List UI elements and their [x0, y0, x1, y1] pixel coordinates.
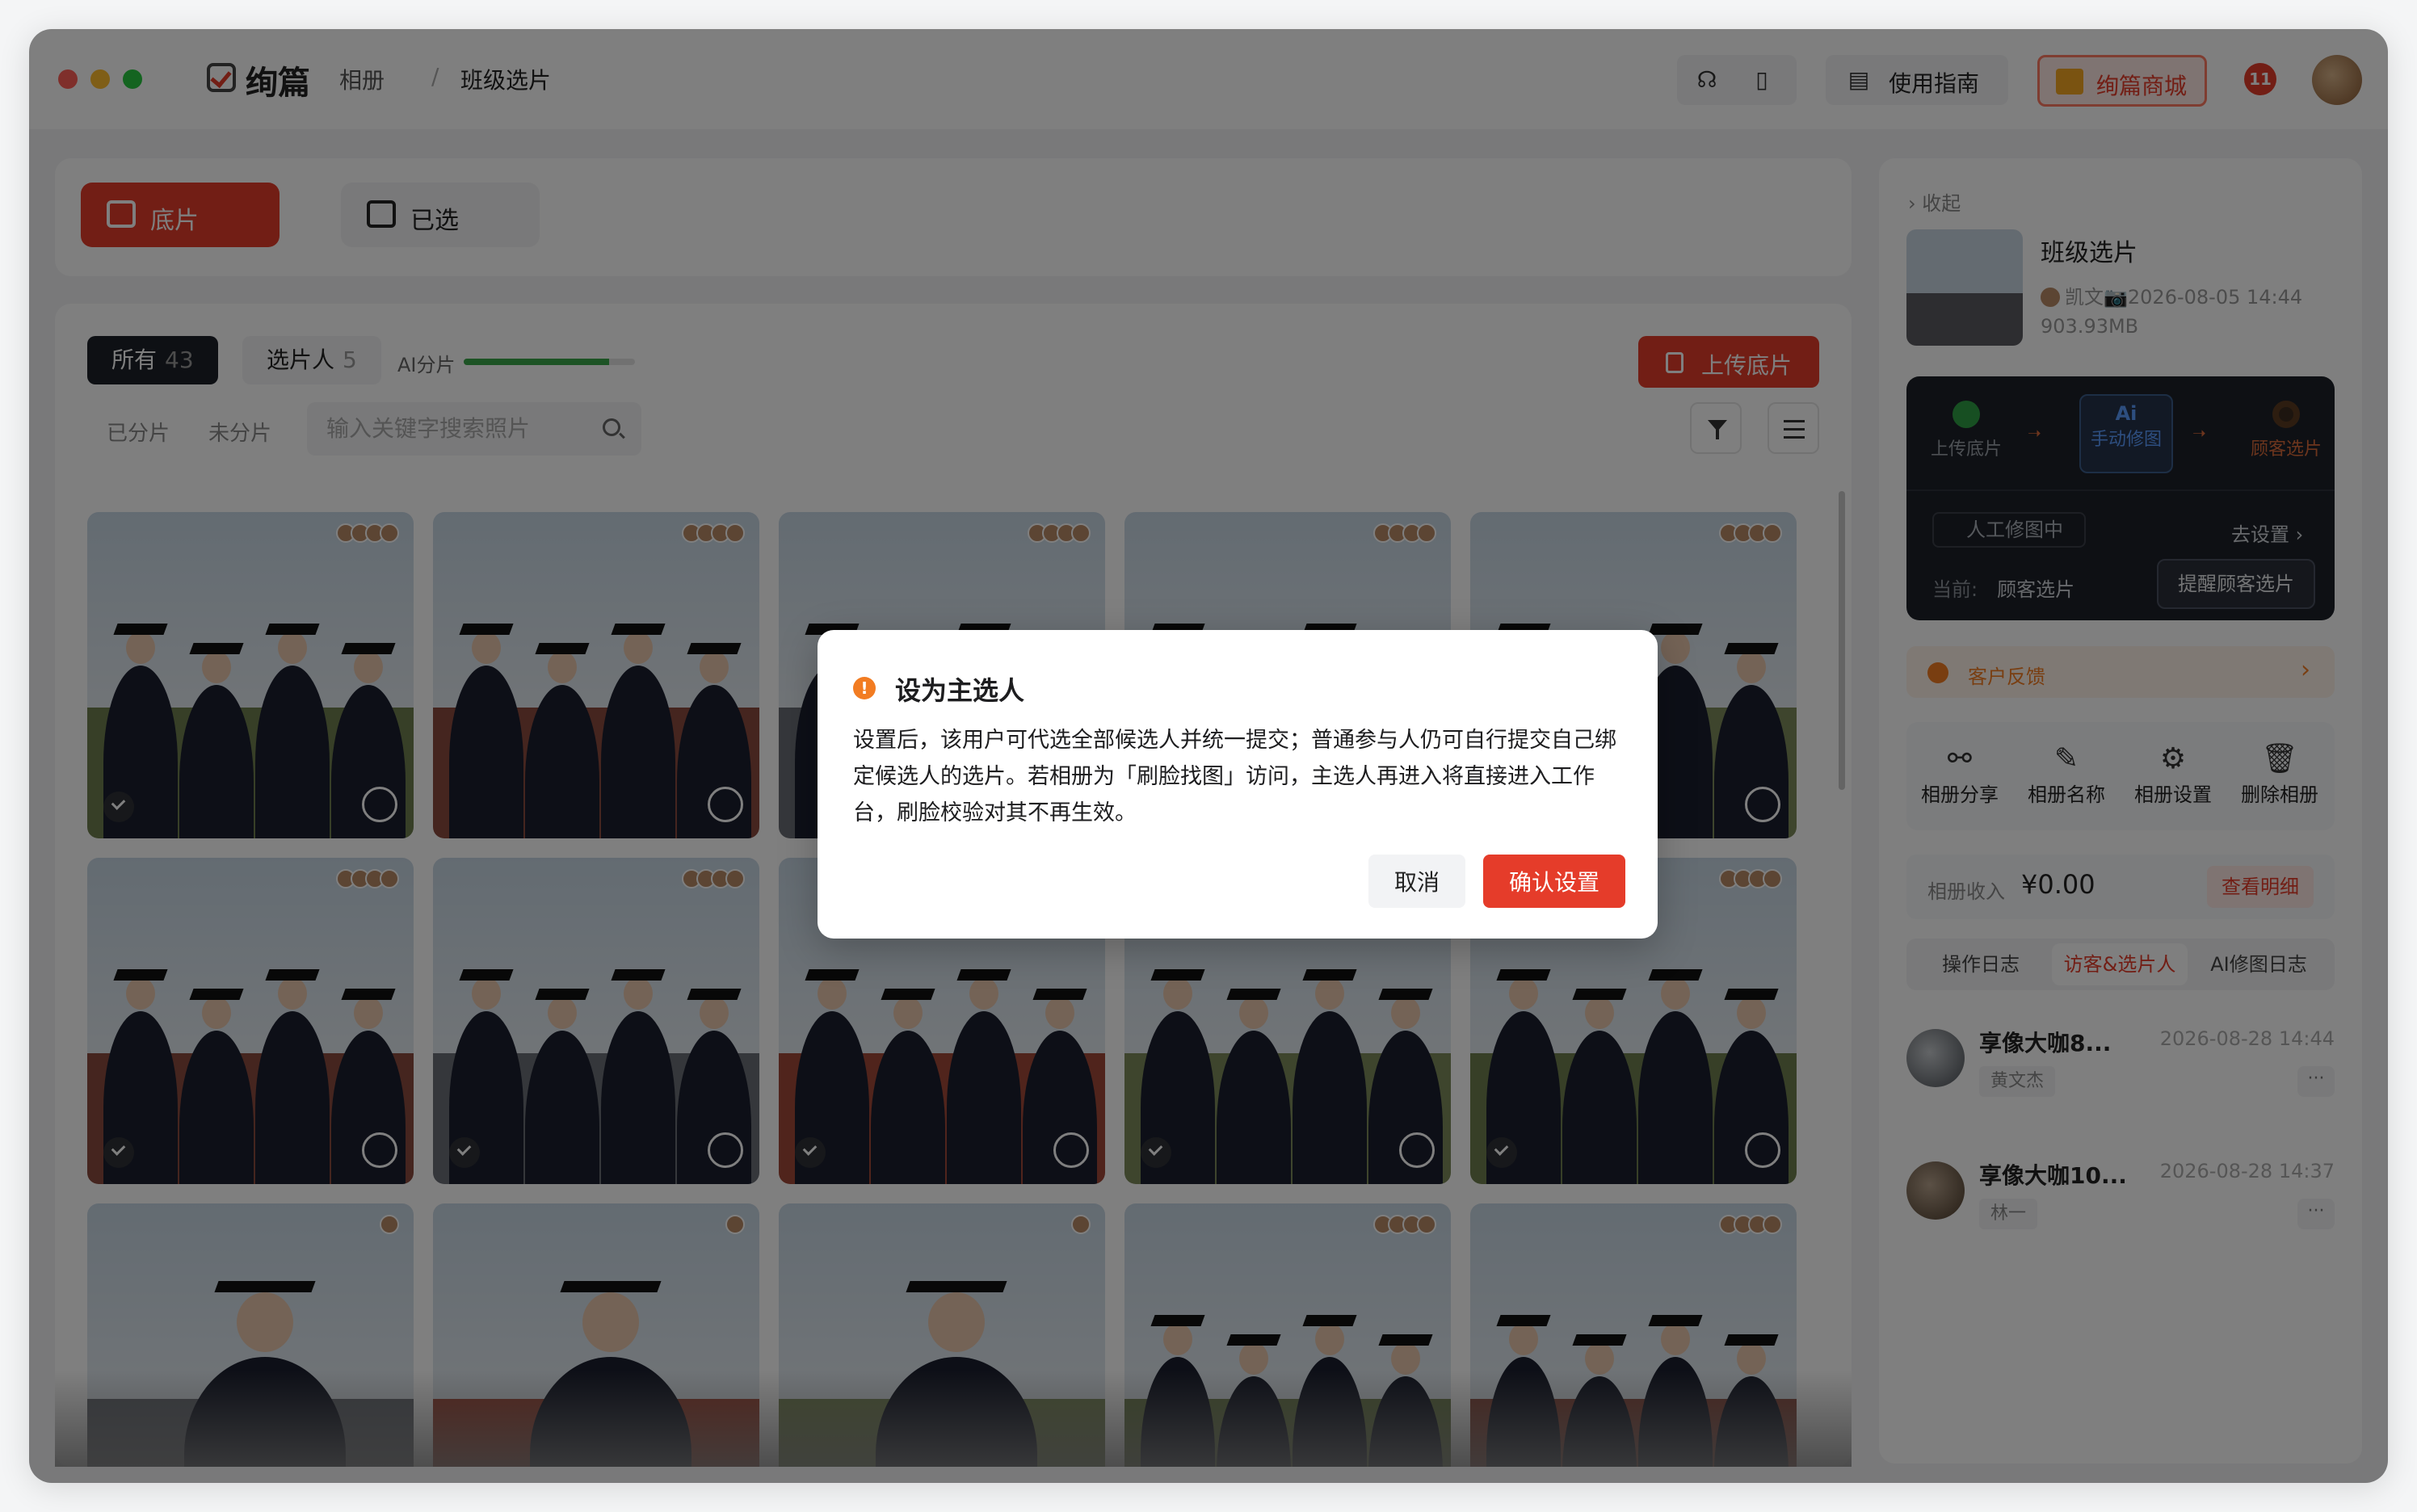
app-window: 绚篇 相册 / 班级选片 ☊ ▯ ▤ 使用指南 绚篇商城 11 底片 已选: [29, 29, 2388, 1483]
warning-icon: !: [853, 677, 876, 699]
dialog-title: 设为主选人: [895, 675, 1025, 706]
set-primary-picker-dialog: ! 设为主选人 设置后，该用户可代选全部候选人并统一提交；普通参与人仍可自行提交…: [818, 630, 1658, 939]
dialog-body: 设置后，该用户可代选全部候选人并统一提交；普通参与人仍可自行提交自己绑定候选人的…: [853, 728, 1616, 825]
confirm-button[interactable]: 确认设置: [1483, 855, 1625, 908]
cancel-button[interactable]: 取消: [1368, 855, 1465, 908]
